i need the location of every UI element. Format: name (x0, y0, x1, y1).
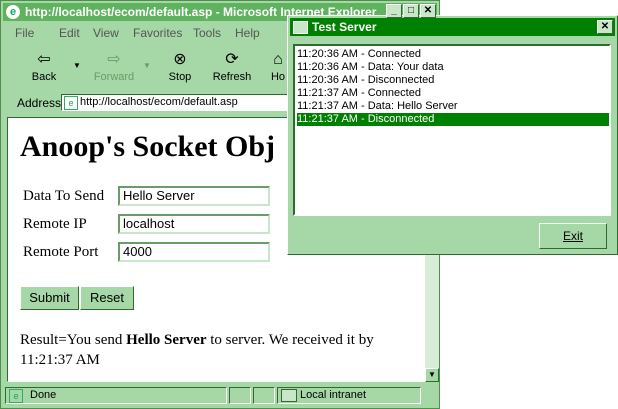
forward-arrow-icon: ⇨ (107, 51, 121, 68)
address-label: Address (17, 96, 62, 110)
ie-close-icon[interactable]: ✕ (420, 4, 436, 18)
forward-button[interactable]: ⇨ Forward (87, 49, 141, 89)
test-server-title-bar[interactable]: Test Server ✕ (290, 18, 615, 36)
log-item[interactable]: 11:20:36 AM - Data: Your data (297, 61, 609, 74)
status-text: Done (30, 389, 57, 401)
address-url: http://localhost/ecom/default.asp (80, 96, 238, 108)
log-item[interactable]: 11:21:37 AM - Data: Hello Server (297, 100, 609, 113)
menu-file[interactable]: File (15, 26, 34, 40)
log-item[interactable]: 11:21:37 AM - Connected (297, 87, 609, 100)
page-icon: e (64, 96, 78, 110)
log-list[interactable]: 11:20:36 AM - Connected 11:20:36 AM - Da… (293, 44, 611, 216)
status-page-icon: e (9, 389, 23, 403)
forward-dropdown-icon[interactable]: ▼ (143, 61, 151, 70)
log-item-selected[interactable]: 11:21:37 AM - Disconnected (297, 113, 609, 126)
minimize-icon[interactable]: _ (386, 4, 402, 18)
back-label: Back (31, 71, 57, 83)
status-zone-pane: Local intranet (277, 387, 421, 404)
test-server-title: Test Server (312, 20, 377, 34)
exit-button[interactable]: Exit (539, 223, 607, 249)
menu-tools[interactable]: Tools (193, 26, 221, 40)
ie-logo-icon: e (6, 5, 20, 19)
log-item[interactable]: 11:20:36 AM - Disconnected (297, 74, 609, 87)
refresh-label: Refresh (212, 71, 252, 83)
refresh-icon: ⟳ (225, 51, 239, 68)
result-text: Result=You send Hello Server to server. … (20, 330, 420, 370)
remote-port-input[interactable]: 4000 (118, 242, 270, 262)
zone-text: Local intranet (300, 389, 367, 401)
remote-port-label: Remote Port (23, 244, 99, 260)
scroll-down-icon[interactable]: ▼ (425, 368, 439, 382)
refresh-button[interactable]: ⟳ Refresh (209, 49, 255, 89)
status-pane-2 (253, 387, 275, 404)
menu-view[interactable]: View (93, 26, 119, 40)
forward-label: Forward (93, 71, 135, 83)
menu-favorites[interactable]: Favorites (133, 26, 182, 40)
close-icon[interactable]: ✕ (597, 20, 613, 34)
submit-button[interactable]: Submit (20, 286, 79, 310)
maximize-icon[interactable]: □ (403, 4, 419, 18)
home-label: Ho (270, 71, 286, 83)
intranet-icon (281, 389, 297, 402)
result-bold: Hello Server (126, 332, 207, 348)
stop-label: Stop (168, 71, 192, 83)
status-main-pane: e Done (5, 387, 227, 404)
stop-icon: ⊗ (173, 51, 187, 68)
back-button[interactable]: ⇦ Back (21, 49, 67, 89)
page-heading: Anoop's Socket Obj (20, 130, 276, 163)
status-pane-1 (229, 387, 251, 404)
back-dropdown-icon[interactable]: ▼ (73, 61, 81, 70)
data-to-send-input[interactable]: Hello Server (118, 186, 270, 206)
result-prefix: Result=You send (20, 332, 127, 348)
log-item[interactable]: 11:20:36 AM - Connected (297, 48, 609, 61)
app-icon (293, 21, 308, 34)
remote-ip-label: Remote IP (23, 216, 87, 232)
reset-button[interactable]: Reset (80, 286, 134, 310)
data-to-send-label: Data To Send (23, 188, 105, 204)
remote-ip-input[interactable]: localhost (118, 214, 270, 234)
menu-edit[interactable]: Edit (59, 26, 80, 40)
stop-button[interactable]: ⊗ Stop (157, 49, 203, 89)
status-bar: e Done Local intranet (3, 386, 437, 406)
menu-help[interactable]: Help (235, 26, 260, 40)
test-server-window: Test Server ✕ 11:20:36 AM - Connected 11… (287, 15, 618, 255)
back-arrow-icon: ⇦ (37, 51, 51, 68)
exit-label: Exit (562, 229, 583, 243)
